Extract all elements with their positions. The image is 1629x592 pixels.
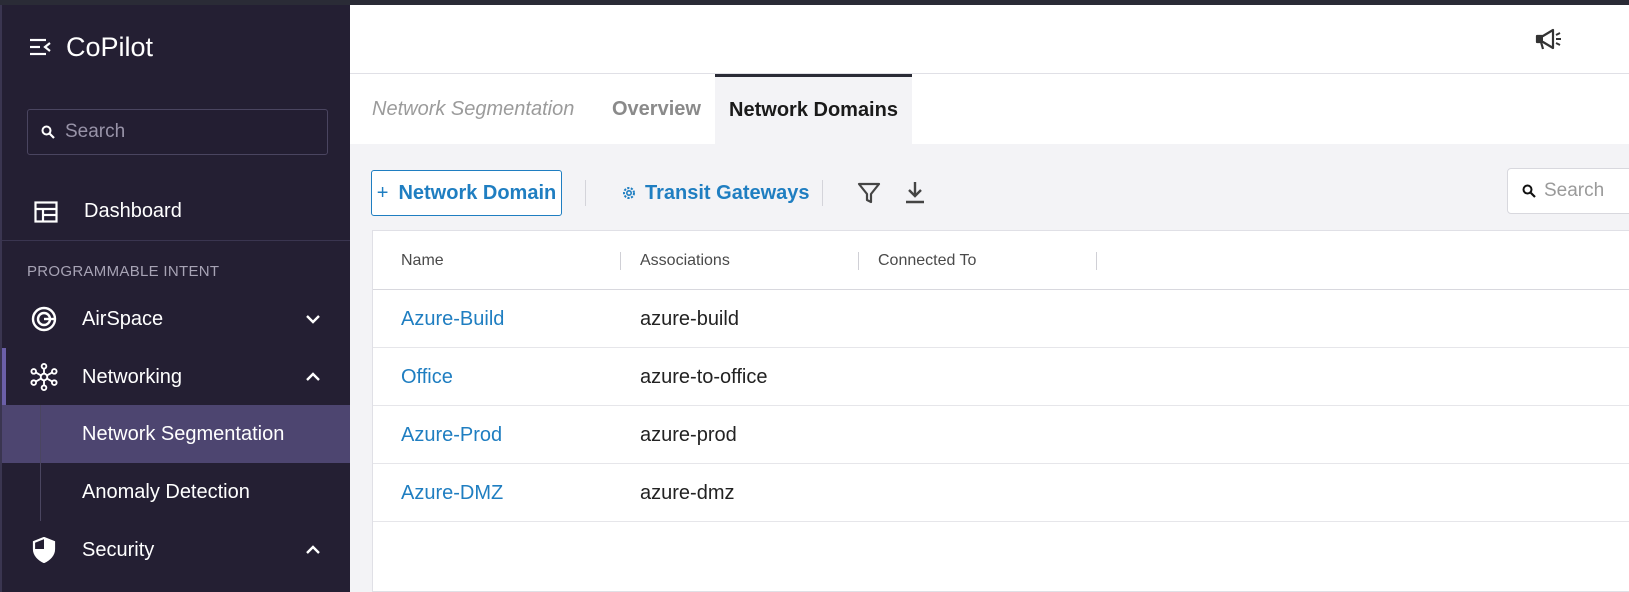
plus-icon: + bbox=[376, 181, 389, 204]
domain-associations: azure-prod bbox=[640, 423, 737, 446]
table-search-input[interactable] bbox=[1544, 180, 1629, 202]
domain-name-link[interactable]: Azure-DMZ bbox=[401, 464, 503, 522]
add-network-domain-button[interactable]: + Network Domain bbox=[371, 170, 562, 216]
column-separator[interactable] bbox=[858, 252, 859, 270]
sidebar-item-label: Security bbox=[82, 538, 155, 561]
network-domains-table: Name Associations Connected To Azure-Bui… bbox=[372, 230, 1629, 592]
domain-associations: azure-dmz bbox=[640, 481, 735, 504]
column-header-name[interactable]: Name bbox=[401, 231, 444, 290]
column-header-connected-to[interactable]: Connected To bbox=[878, 231, 976, 290]
sidebar-item-security[interactable]: Security bbox=[2, 521, 350, 579]
dashboard-icon bbox=[32, 198, 60, 226]
domain-name-link[interactable]: Office bbox=[401, 348, 453, 406]
top-header bbox=[350, 5, 1629, 74]
sidebar-search-input[interactable] bbox=[65, 121, 315, 143]
sidebar-subitem-label: Anomaly Detection bbox=[82, 480, 250, 503]
sidebar-item-networking[interactable]: Networking bbox=[2, 348, 350, 406]
table-row: Azure-Prod azure-prod bbox=[373, 406, 1629, 464]
add-network-domain-label: Network Domain bbox=[398, 181, 557, 204]
main-content: Network Segmentation Overview Network Do… bbox=[350, 5, 1629, 592]
breadcrumb[interactable]: Network Segmentation bbox=[372, 74, 574, 144]
column-separator[interactable] bbox=[620, 252, 621, 270]
sidebar-item-label: AirSpace bbox=[82, 307, 164, 330]
chevron-down-icon[interactable] bbox=[304, 310, 322, 328]
airspace-icon bbox=[30, 305, 58, 333]
sidebar-item-label: Dashboard bbox=[84, 200, 182, 222]
sidebar: CoPilot Dashboard PROGRAMMABLE INTENT bbox=[0, 5, 350, 592]
section-label: PROGRAMMABLE INTENT bbox=[27, 263, 220, 280]
submenu-guide-line bbox=[40, 405, 41, 521]
filter-icon[interactable] bbox=[857, 180, 881, 206]
app-title: CoPilot bbox=[66, 31, 154, 62]
collapse-menu-icon[interactable] bbox=[28, 35, 52, 59]
table-search[interactable] bbox=[1507, 168, 1629, 214]
tab-network-domains[interactable]: Network Domains bbox=[715, 74, 912, 144]
network-nodes-icon bbox=[30, 363, 58, 391]
chevron-up-icon[interactable] bbox=[304, 541, 322, 559]
domain-associations: azure-build bbox=[640, 307, 739, 330]
column-separator[interactable] bbox=[1096, 252, 1097, 270]
domain-associations: azure-to-office bbox=[640, 365, 768, 388]
search-icon bbox=[41, 125, 55, 139]
search-icon bbox=[1522, 184, 1536, 198]
domain-name-link[interactable]: Azure-Prod bbox=[401, 406, 502, 464]
brand: CoPilot bbox=[28, 31, 154, 62]
megaphone-icon[interactable] bbox=[1534, 27, 1562, 53]
sidebar-subitem-label: Network Segmentation bbox=[82, 422, 285, 445]
table-header: Name Associations Connected To bbox=[373, 231, 1629, 290]
sidebar-item-anomaly-detection[interactable]: Anomaly Detection bbox=[2, 463, 350, 521]
table-row: Azure-DMZ azure-dmz bbox=[373, 464, 1629, 522]
shield-icon bbox=[30, 536, 58, 564]
sidebar-search[interactable] bbox=[27, 109, 328, 155]
table-row: Azure-Build azure-build bbox=[373, 290, 1629, 348]
tab-overview[interactable]: Overview bbox=[612, 74, 701, 144]
sidebar-item-network-segmentation[interactable]: Network Segmentation bbox=[2, 405, 350, 463]
download-icon[interactable] bbox=[903, 180, 927, 206]
table-row: Office azure-to-office bbox=[373, 348, 1629, 406]
sidebar-item-label: Networking bbox=[82, 365, 183, 388]
sidebar-item-airspace[interactable]: AirSpace bbox=[2, 290, 350, 348]
toolbar-divider bbox=[585, 180, 586, 206]
chevron-up-icon[interactable] bbox=[304, 368, 322, 386]
tab-bar: Network Segmentation Overview Network Do… bbox=[350, 74, 1629, 144]
toolbar: + Network Domain Transit Gateways bbox=[350, 144, 1629, 230]
gear-icon bbox=[623, 187, 635, 199]
transit-gateways-button[interactable]: Transit Gateways bbox=[621, 170, 810, 216]
transit-gateways-label: Transit Gateways bbox=[645, 181, 810, 204]
toolbar-divider bbox=[822, 180, 823, 206]
domain-name-link[interactable]: Azure-Build bbox=[401, 290, 504, 348]
sidebar-item-dashboard[interactable]: Dashboard bbox=[2, 183, 350, 241]
column-header-associations[interactable]: Associations bbox=[640, 231, 730, 290]
